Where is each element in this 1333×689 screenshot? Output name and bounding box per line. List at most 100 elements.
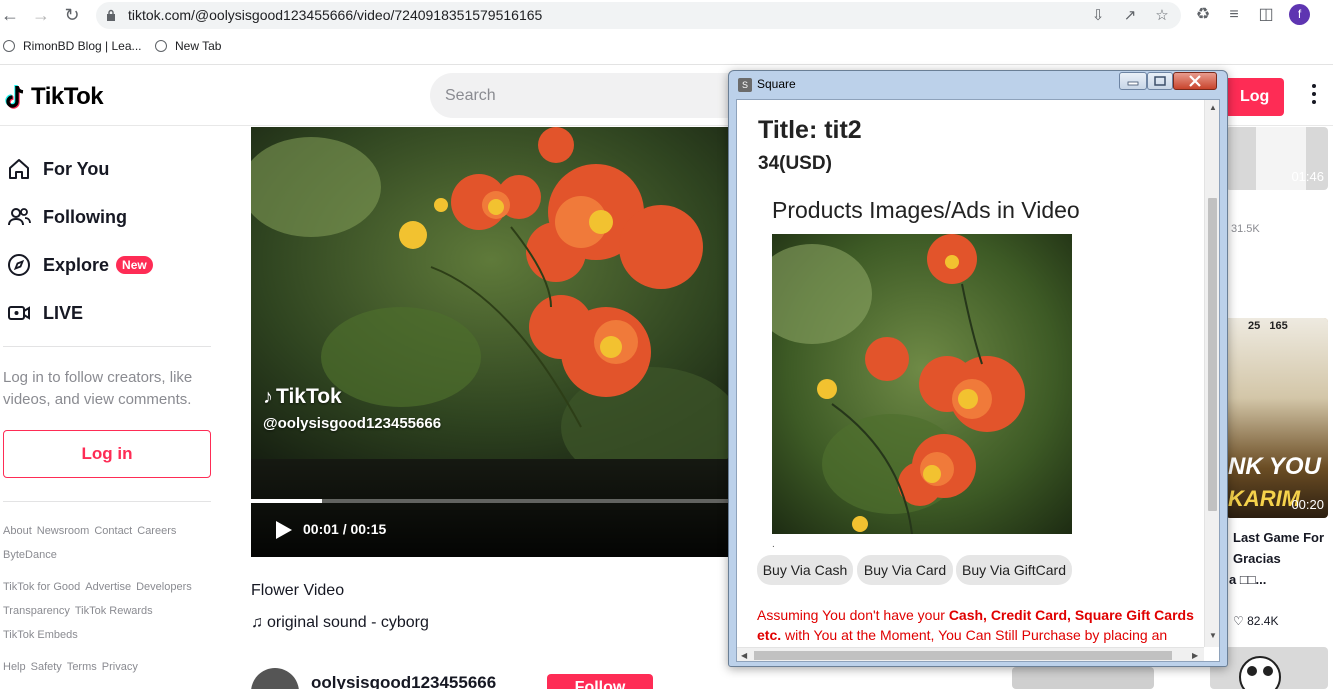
explore-icon <box>6 252 32 278</box>
scroll-right-arrow-icon[interactable]: ▶ <box>1192 652 1198 660</box>
footer-link[interactable]: About <box>3 525 32 537</box>
tiktok-logo[interactable]: TikTok <box>4 82 104 112</box>
search-placeholder: Search <box>445 87 496 104</box>
related-video-thumb[interactable]: 01:46 <box>1226 127 1328 190</box>
related-video-title[interactable]: Gracias <box>1233 548 1281 569</box>
reading-list-icon[interactable]: ≡ <box>1224 5 1244 25</box>
side-panel-icon[interactable]: ◫ <box>1256 5 1276 25</box>
video-player[interactable]: ♪ TikTok @oolysisgood123455666 00:01 / 00… <box>251 127 731 557</box>
window-titlebar[interactable]: S Square <box>729 71 1227 99</box>
close-button[interactable] <box>1173 72 1217 90</box>
maximize-button[interactable] <box>1147 72 1173 90</box>
dot-text: . <box>772 539 775 550</box>
play-icon[interactable] <box>275 520 293 540</box>
footer-link[interactable]: TikTok Embeds <box>3 629 78 641</box>
install-app-icon[interactable]: ⇩ <box>1089 7 1107 25</box>
video-duration: 00:20 <box>1291 497 1324 512</box>
purchase-note: Assuming You don't have your Cash, Credi… <box>757 607 1194 643</box>
sidebar: For You Following Explore New LIVE Log i… <box>0 127 232 689</box>
globe-icon <box>3 40 15 52</box>
like-count: ♡ 82.4K <box>1233 614 1279 628</box>
back-arrow-icon[interactable]: ← <box>0 5 20 25</box>
extensions-icon[interactable]: ♻ <box>1193 5 1213 25</box>
footer-link[interactable]: Developers <box>136 581 192 593</box>
author-name[interactable]: oolysisgood123455666 <box>311 673 496 689</box>
tiktok-note-icon: ♪ <box>263 385 273 408</box>
buy-via-card-button[interactable]: Buy Via Card <box>857 555 953 585</box>
video-watermark: ♪ TikTok @oolysisgood123455666 <box>263 385 442 432</box>
footer-links-row: ByteDance <box>3 549 62 561</box>
footer-links-row: About Newsroom Contact Careers <box>3 525 181 537</box>
footer-link[interactable]: TikTok for Good <box>3 581 80 593</box>
related-video-thumb[interactable] <box>1012 667 1154 689</box>
related-video-title[interactable]: Last Game For <box>1233 527 1324 548</box>
more-options-icon[interactable] <box>1308 84 1320 106</box>
buy-via-cash-button[interactable]: Buy Via Cash <box>757 555 853 585</box>
following-icon <box>6 204 32 230</box>
video-controls-overlay <box>251 459 731 557</box>
video-time: 00:01 / 00:15 <box>303 521 387 537</box>
footer-link[interactable]: TikTok Rewards <box>75 605 153 617</box>
nav-for-you[interactable]: For You <box>6 154 109 184</box>
footer-link[interactable]: Safety <box>31 661 62 673</box>
url-text[interactable]: tiktok.com/@oolysisgood123455666/video/7… <box>128 7 542 23</box>
scrollbar-thumb[interactable] <box>754 651 1172 660</box>
footer-link[interactable]: Advertise <box>85 581 131 593</box>
divider <box>3 501 211 502</box>
window-title: Square <box>757 77 796 91</box>
product-price: 34(USD) <box>758 153 832 174</box>
video-duration: 01:46 <box>1291 169 1324 184</box>
view-count: 31.5K <box>1231 223 1260 235</box>
sidebar-login-button[interactable]: Log in <box>3 430 211 478</box>
video-sound[interactable]: ♫ original sound - cyborg <box>251 614 429 632</box>
footer-links-row: TikTok Embeds <box>3 629 83 641</box>
globe-icon <box>155 40 167 52</box>
footer-link[interactable]: ByteDance <box>3 549 57 561</box>
related-video-thumb[interactable]: 25 165 NK YOU KARIM 00:20 <box>1226 318 1328 518</box>
login-prompt-text: Log in to follow creators, like videos, … <box>3 369 193 408</box>
horizontal-scrollbar[interactable]: ◀ ▶ <box>737 647 1204 661</box>
forward-arrow-icon[interactable]: → <box>31 5 51 25</box>
scrollbar-thumb[interactable] <box>1208 198 1217 511</box>
nav-live[interactable]: LIVE <box>6 298 83 328</box>
search-input[interactable]: Search <box>430 73 750 118</box>
window-app-icon: S <box>738 78 752 92</box>
minimize-button[interactable] <box>1119 72 1147 90</box>
browser-toolbar: ← → ↻ tiktok.com/@oolysisgood123455666/v… <box>0 0 1333 32</box>
bookmark-star-icon[interactable]: ☆ <box>1153 7 1171 25</box>
nav-following[interactable]: Following <box>6 202 127 232</box>
tiktok-note-icon <box>5 84 24 109</box>
footer-link[interactable]: Newsroom <box>37 525 90 537</box>
footer-link[interactable]: Contact <box>94 525 132 537</box>
heart-icon: ♡ <box>1233 614 1244 628</box>
share-icon[interactable]: ↗ <box>1121 7 1139 25</box>
nav-explore[interactable]: Explore New <box>6 250 153 280</box>
video-progress-fill <box>251 499 323 503</box>
footer-link[interactable]: Careers <box>137 525 176 537</box>
live-icon <box>6 300 32 326</box>
footer-link[interactable]: Terms <box>67 661 97 673</box>
reload-icon[interactable]: ↻ <box>62 5 82 25</box>
scroll-left-arrow-icon[interactable]: ◀ <box>741 652 747 660</box>
bookmark-item[interactable]: RimonBD Blog | Lea... <box>3 39 142 57</box>
video-progress-bar[interactable] <box>251 499 731 503</box>
footer-link[interactable]: Privacy <box>102 661 138 673</box>
product-image[interactable] <box>772 234 1072 534</box>
popup-content: Title: tit2 34(USD) Products Images/Ads … <box>736 99 1220 662</box>
new-badge: New <box>116 256 153 274</box>
scroll-up-arrow-icon[interactable]: ▲ <box>1209 104 1217 112</box>
address-bar[interactable]: tiktok.com/@oolysisgood123455666/video/7… <box>96 2 1181 29</box>
scroll-down-arrow-icon[interactable]: ▼ <box>1209 632 1217 640</box>
profile-avatar[interactable]: f <box>1289 4 1310 25</box>
footer-link[interactable]: Help <box>3 661 26 673</box>
related-video-title[interactable]: a □□... <box>1229 569 1266 590</box>
footer-links-row: Transparency TikTok Rewards <box>3 605 158 617</box>
avatar[interactable] <box>251 668 299 689</box>
vertical-scrollbar[interactable]: ▲ ▼ <box>1204 100 1219 647</box>
buy-via-giftcard-button[interactable]: Buy Via GiftCard <box>956 555 1072 585</box>
footer-link[interactable]: Transparency <box>3 605 70 617</box>
bookmarks-bar: RimonBD Blog | Lea... New Tab <box>0 32 1333 65</box>
bookmark-item[interactable]: New Tab <box>155 39 221 57</box>
follow-button[interactable]: Follow <box>547 674 653 689</box>
maximize-icon <box>1154 76 1166 86</box>
